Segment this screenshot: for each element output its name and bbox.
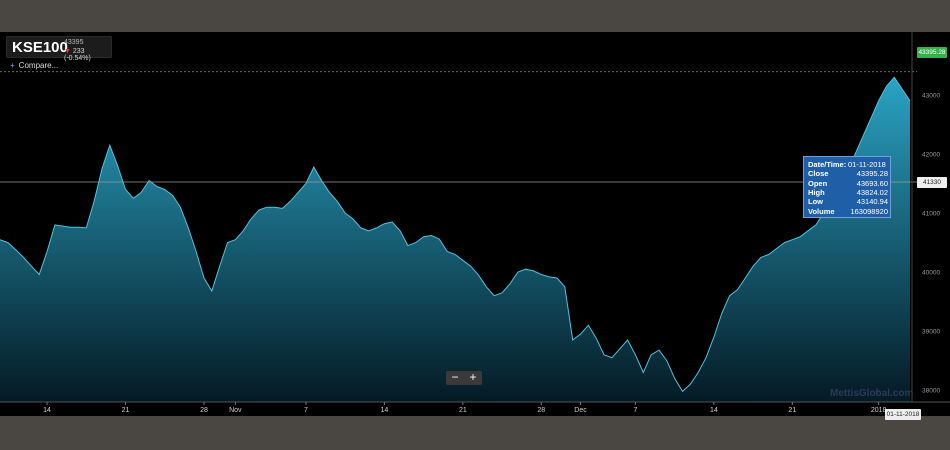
zoom-controls: − + xyxy=(446,371,482,385)
watermark: MettisGlobal.com xyxy=(830,388,914,399)
tooltip-key: Open xyxy=(808,178,828,188)
last-price: 43395 xyxy=(64,39,84,46)
chart-frame: 38000 39000 40000 41000 42000 43000 14 21 28 Nov 7… xyxy=(0,32,950,420)
zoom-in-button[interactable]: + xyxy=(464,371,482,385)
x-tick-label: 21 xyxy=(788,407,796,414)
tooltip-value: 01-11-2018 xyxy=(848,160,886,169)
tooltip-row: Low 43140.94 xyxy=(808,197,888,206)
x-tick-label: 21 xyxy=(122,407,130,414)
tooltip-key: Volume xyxy=(808,206,835,216)
y-tick-label: 40000 xyxy=(922,270,940,277)
x-tick-label: 14 xyxy=(43,407,51,414)
down-arrow-icon: ▼ xyxy=(64,48,71,55)
tooltip-key: Close xyxy=(808,169,829,179)
tooltip-value: 43140.94 xyxy=(856,197,888,207)
compare-label: Compare... xyxy=(18,61,59,70)
x-tick-label: Nov xyxy=(229,407,242,414)
x-tick-label: 28 xyxy=(200,407,208,414)
tooltip-row: High 43824.02 xyxy=(808,188,888,197)
x-tick-label: 7 xyxy=(304,407,308,414)
tooltip-value: 43693.60 xyxy=(856,178,888,188)
symbol-label: KSE100 xyxy=(12,39,68,56)
zoom-out-button[interactable]: − xyxy=(446,371,464,385)
series-area-kse100 xyxy=(0,77,910,403)
tooltip-key: High xyxy=(808,187,825,197)
x-tick-label: Dec xyxy=(574,407,587,414)
tooltip-row: Open 43693.60 xyxy=(808,179,888,188)
compare-button[interactable]: + Compare... xyxy=(10,61,58,70)
x-tick-label: 14 xyxy=(710,407,718,414)
y-tick-label: 42000 xyxy=(922,152,940,159)
tooltip-row: Close 43395.28 xyxy=(808,169,888,178)
tooltip-row: Date/Time: 01-11-2018 xyxy=(808,160,888,169)
y-tick-label: 38000 xyxy=(922,388,940,395)
symbol-header: KSE100 43395 ▼ 233 (-0.54%) xyxy=(6,36,112,62)
tooltip-value: 163098920 xyxy=(850,206,888,216)
tooltip-key: Low xyxy=(808,197,823,207)
plus-icon: + xyxy=(10,61,15,70)
price-change: ▼ 233 (-0.54%) xyxy=(64,48,111,62)
crosshair-value-tag: 41330 xyxy=(917,177,947,188)
tooltip-value: 43824.02 xyxy=(856,187,888,197)
crosshair-date-tag: 01-11-2018 xyxy=(885,409,921,420)
data-tooltip: Date/Time: 01-11-2018 Close 43395.28 Open 436… xyxy=(803,156,891,218)
last-value-tag: 43395.28 xyxy=(917,47,947,58)
y-tick-label: 39000 xyxy=(922,329,940,336)
tooltip-value: 43395.28 xyxy=(856,169,888,179)
x-tick-label: 21 xyxy=(459,407,467,414)
x-tick-label: 14 xyxy=(380,407,388,414)
y-tick-label: 43000 xyxy=(922,93,940,100)
x-tick-label: 7 xyxy=(633,407,637,414)
y-tick-label: 41000 xyxy=(922,211,940,218)
tooltip-key: Date/Time: xyxy=(808,160,847,169)
tooltip-row: Volume 163098920 xyxy=(808,207,888,216)
x-tick-label: 28 xyxy=(537,407,545,414)
price-chart[interactable]: 38000 39000 40000 41000 42000 43000 14 21 28 Nov 7… xyxy=(0,32,950,416)
